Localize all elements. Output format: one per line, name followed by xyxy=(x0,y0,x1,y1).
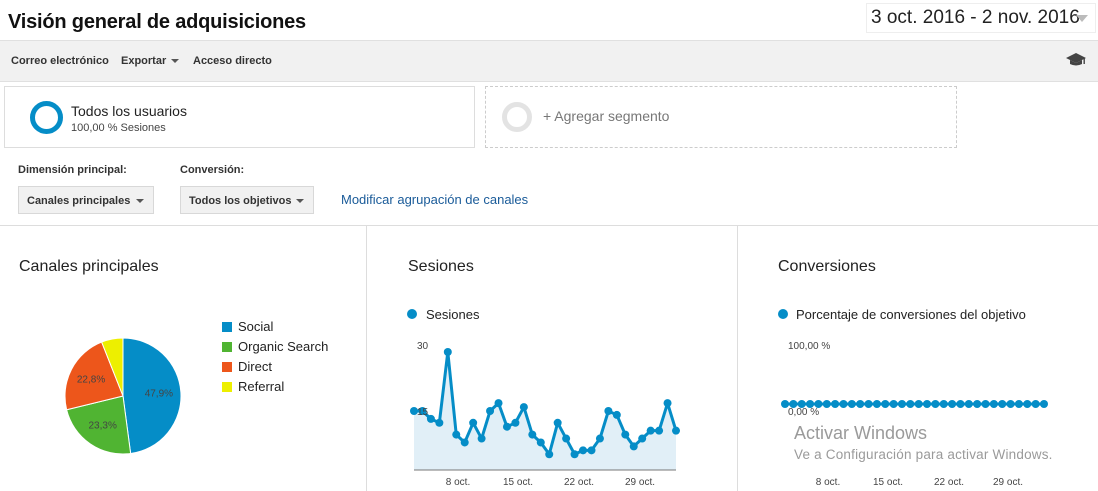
conversions-point xyxy=(964,400,973,408)
sessions-point xyxy=(443,348,452,356)
conversions-point xyxy=(931,400,940,408)
conversions-y-tick-label: 100,00 % xyxy=(788,341,830,352)
conversions-point xyxy=(1023,400,1032,408)
sessions-point xyxy=(604,407,613,415)
sessions-point xyxy=(638,434,647,443)
sessions-point xyxy=(494,399,503,408)
conversions-point xyxy=(847,400,856,408)
conversions-x-tick-label: 29 oct. xyxy=(993,477,1023,488)
charts-canvas: 47,9% 23,3% 22,8% 30 15 8 oct. 15 oct. 22 oct. 2… xyxy=(64,337,1048,488)
sessions-point xyxy=(486,407,495,415)
sessions-point xyxy=(587,446,596,455)
conversions-point xyxy=(856,400,865,408)
conversions-point xyxy=(939,400,948,408)
sessions-y-tick-label: 30 xyxy=(417,341,429,352)
conversions-point xyxy=(1014,400,1023,408)
sessions-x-tick-label: 15 oct. xyxy=(503,477,533,488)
conversions-point xyxy=(923,400,932,408)
conversions-point xyxy=(1040,400,1048,408)
sessions-point xyxy=(502,422,511,431)
conversions-point xyxy=(948,400,957,408)
conversions-point xyxy=(956,400,965,408)
conversions-x-tick-label: 15 oct. xyxy=(873,477,903,488)
sessions-point xyxy=(595,434,604,443)
sessions-point xyxy=(646,426,655,435)
sessions-x-tick-label: 22 oct. xyxy=(564,477,594,488)
sessions-point xyxy=(612,410,621,419)
sessions-point xyxy=(663,399,672,408)
sessions-point xyxy=(536,438,545,447)
conversions-point xyxy=(839,400,848,408)
sessions-point xyxy=(621,430,630,439)
conversions-point xyxy=(973,400,982,408)
sessions-y-tick-label: 15 xyxy=(417,407,429,418)
pie-slice-label: 47,9% xyxy=(145,389,173,400)
conversions-point xyxy=(1031,400,1040,408)
sessions-point xyxy=(655,426,664,435)
conversions-point xyxy=(897,400,906,408)
conversions-point xyxy=(906,400,915,408)
sessions-point xyxy=(460,438,469,447)
activation-watermark-text: Ve a Configuración para activar Windows. xyxy=(794,447,1053,462)
sessions-point xyxy=(579,446,588,455)
sessions-point xyxy=(562,434,571,443)
sessions-point xyxy=(528,430,537,439)
conversions-point xyxy=(881,400,890,408)
activation-watermark-title: Activar Windows xyxy=(794,423,928,443)
sessions-point xyxy=(452,430,461,439)
pie-slice-label: 23,3% xyxy=(89,421,117,432)
conversions-x-tick-label: 8 oct. xyxy=(816,477,840,488)
sessions-point xyxy=(469,418,478,427)
conversions-point xyxy=(864,400,873,408)
conversions-point xyxy=(831,400,840,408)
sessions-point xyxy=(545,450,554,459)
sessions-x-tick-label: 8 oct. xyxy=(446,477,470,488)
sessions-point xyxy=(519,403,528,412)
conversions-point xyxy=(981,400,990,408)
sessions-point xyxy=(672,426,680,435)
conversions-point xyxy=(872,400,881,408)
conversions-y-tick-label: 0,00 % xyxy=(788,407,819,418)
conversions-x-tick-label: 22 oct. xyxy=(934,477,964,488)
conversions-point xyxy=(914,400,923,408)
sessions-x-tick-label: 29 oct. xyxy=(625,477,655,488)
sessions-point xyxy=(629,442,638,451)
conversions-point xyxy=(822,400,831,408)
conversions-point xyxy=(998,400,1007,408)
sessions-point xyxy=(570,450,579,459)
conversions-point xyxy=(1006,400,1015,408)
pie-slice-label: 22,8% xyxy=(77,374,105,385)
conversions-point xyxy=(989,400,998,408)
sessions-point xyxy=(435,418,444,427)
sessions-point xyxy=(553,418,562,427)
conversions-point xyxy=(889,400,898,408)
sessions-point xyxy=(477,434,486,443)
sessions-point xyxy=(511,418,520,427)
